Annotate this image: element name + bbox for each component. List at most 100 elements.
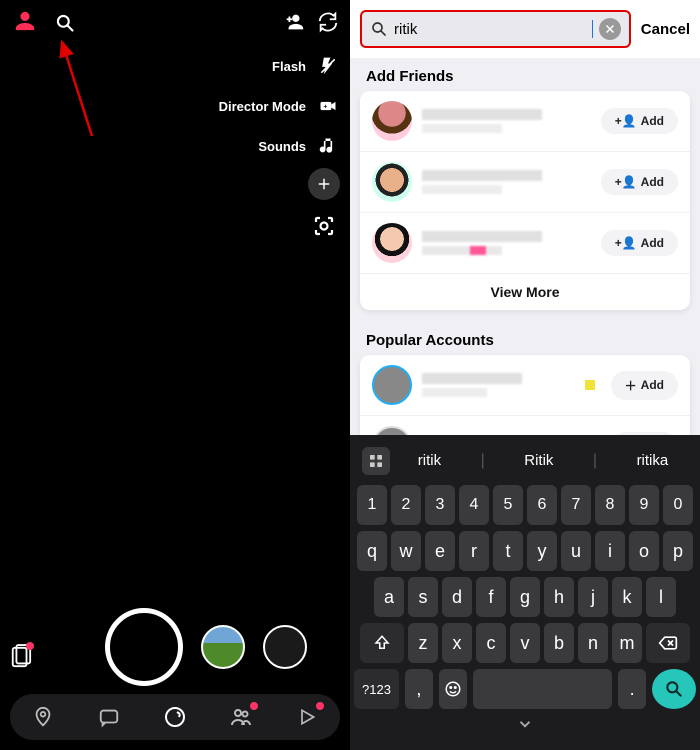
avatar bbox=[372, 101, 412, 141]
key-v[interactable]: v bbox=[510, 623, 540, 663]
key-e[interactable]: e bbox=[425, 531, 455, 571]
key-g[interactable]: g bbox=[510, 577, 540, 617]
sounds-tool[interactable]: Sounds bbox=[258, 134, 340, 158]
add-friends-header: Add Friends bbox=[350, 58, 700, 91]
flip-camera-icon[interactable] bbox=[316, 10, 340, 34]
keyboard: ritik | Ritik | ritika 1234567890 qwerty… bbox=[350, 435, 700, 750]
key-2[interactable]: 2 bbox=[391, 485, 421, 525]
nav-chat-icon[interactable] bbox=[96, 704, 122, 730]
suggestion[interactable]: Ritik bbox=[524, 452, 553, 470]
key-q[interactable]: q bbox=[357, 531, 387, 571]
add-button[interactable]: +👤Add bbox=[601, 230, 678, 256]
director-mode-tool[interactable]: Director Mode + bbox=[219, 94, 340, 118]
profile-icon[interactable] bbox=[14, 10, 36, 32]
suggestion[interactable]: ritik bbox=[418, 452, 441, 470]
key-0[interactable]: 0 bbox=[663, 485, 693, 525]
search-input-box[interactable]: ritik bbox=[360, 10, 631, 48]
key-i[interactable]: i bbox=[595, 531, 625, 571]
key-l[interactable]: l bbox=[646, 577, 676, 617]
backspace-key[interactable] bbox=[646, 623, 690, 663]
lens-thumb-1[interactable] bbox=[201, 625, 245, 669]
search-icon[interactable] bbox=[52, 10, 78, 36]
key-f[interactable]: f bbox=[476, 577, 506, 617]
key-p[interactable]: p bbox=[663, 531, 693, 571]
key-n[interactable]: n bbox=[578, 623, 608, 663]
spotlight-badge bbox=[316, 702, 324, 710]
friend-row[interactable]: +👤Add bbox=[360, 213, 690, 274]
friend-name-redacted bbox=[422, 109, 591, 133]
key-u[interactable]: u bbox=[561, 531, 591, 571]
key-a[interactable]: a bbox=[374, 577, 404, 617]
suggestion[interactable]: ritika bbox=[637, 452, 669, 470]
account-row[interactable]: ＋Add bbox=[360, 355, 690, 416]
period-key[interactable]: . bbox=[618, 669, 646, 709]
flash-tool[interactable]: Flash bbox=[272, 54, 340, 78]
symbols-key[interactable]: ?123 bbox=[354, 669, 399, 709]
key-z[interactable]: z bbox=[408, 623, 438, 663]
key-4[interactable]: 4 bbox=[459, 485, 489, 525]
key-w[interactable]: w bbox=[391, 531, 421, 571]
friend-row[interactable]: +👤Add bbox=[360, 152, 690, 213]
account-name-redacted bbox=[422, 373, 575, 397]
search-icon bbox=[370, 20, 388, 38]
key-1[interactable]: 1 bbox=[357, 485, 387, 525]
key-7[interactable]: 7 bbox=[561, 485, 591, 525]
stories-badge bbox=[250, 702, 258, 710]
key-c[interactable]: c bbox=[476, 623, 506, 663]
nav-map-icon[interactable] bbox=[30, 704, 56, 730]
key-t[interactable]: t bbox=[493, 531, 523, 571]
avatar bbox=[372, 223, 412, 263]
shutter-button[interactable] bbox=[105, 608, 183, 686]
plus-icon: ＋ bbox=[625, 377, 637, 394]
key-k[interactable]: k bbox=[612, 577, 642, 617]
key-o[interactable]: o bbox=[629, 531, 659, 571]
key-h[interactable]: h bbox=[544, 577, 574, 617]
key-y[interactable]: y bbox=[527, 531, 557, 571]
add-friend-icon[interactable] bbox=[282, 10, 306, 34]
nav-spotlight-icon[interactable] bbox=[294, 704, 320, 730]
director-icon: + bbox=[316, 94, 340, 118]
cancel-button[interactable]: Cancel bbox=[641, 21, 690, 38]
key-d[interactable]: d bbox=[442, 577, 472, 617]
search-submit-key[interactable] bbox=[652, 669, 696, 709]
add-person-icon: +👤 bbox=[615, 175, 637, 189]
comma-key[interactable]: , bbox=[405, 669, 433, 709]
key-b[interactable]: b bbox=[544, 623, 574, 663]
search-input[interactable]: ritik bbox=[394, 21, 590, 38]
shutter-row bbox=[0, 608, 350, 686]
keyboard-row-3: zxcvbnm bbox=[354, 623, 696, 663]
flash-icon bbox=[316, 54, 340, 78]
key-x[interactable]: x bbox=[442, 623, 472, 663]
text-cursor bbox=[592, 20, 593, 38]
keyboard-apps-icon[interactable] bbox=[362, 447, 390, 475]
friend-row[interactable]: +👤Add bbox=[360, 91, 690, 152]
shift-key[interactable] bbox=[360, 623, 404, 663]
flash-label: Flash bbox=[272, 59, 306, 74]
spacebar-key[interactable] bbox=[473, 669, 612, 709]
key-5[interactable]: 5 bbox=[493, 485, 523, 525]
emoji-key[interactable] bbox=[439, 669, 467, 709]
scan-icon[interactable] bbox=[310, 212, 338, 240]
key-8[interactable]: 8 bbox=[595, 485, 625, 525]
clear-search-icon[interactable] bbox=[599, 18, 621, 40]
add-friends-card: +👤Add +👤Add +👤Add View More bbox=[360, 91, 690, 310]
key-r[interactable]: r bbox=[459, 531, 489, 571]
add-button[interactable]: ＋Add bbox=[611, 371, 678, 400]
add-button[interactable]: +👤Add bbox=[601, 108, 678, 134]
keyboard-row-numbers: 1234567890 bbox=[354, 485, 696, 525]
key-m[interactable]: m bbox=[612, 623, 642, 663]
add-button[interactable]: +👤Add bbox=[601, 169, 678, 195]
key-s[interactable]: s bbox=[408, 577, 438, 617]
key-9[interactable]: 9 bbox=[629, 485, 659, 525]
key-j[interactable]: j bbox=[578, 577, 608, 617]
key-3[interactable]: 3 bbox=[425, 485, 455, 525]
nav-camera-icon[interactable] bbox=[162, 704, 188, 730]
lens-thumb-2[interactable] bbox=[263, 625, 307, 669]
add-tool-button[interactable] bbox=[308, 168, 340, 200]
director-label: Director Mode bbox=[219, 99, 306, 114]
popular-accounts-header: Popular Accounts bbox=[350, 322, 700, 355]
view-more-button[interactable]: View More bbox=[360, 274, 690, 310]
nav-stories-icon[interactable] bbox=[228, 704, 254, 730]
key-6[interactable]: 6 bbox=[527, 485, 557, 525]
keyboard-collapse-icon[interactable] bbox=[354, 715, 696, 736]
